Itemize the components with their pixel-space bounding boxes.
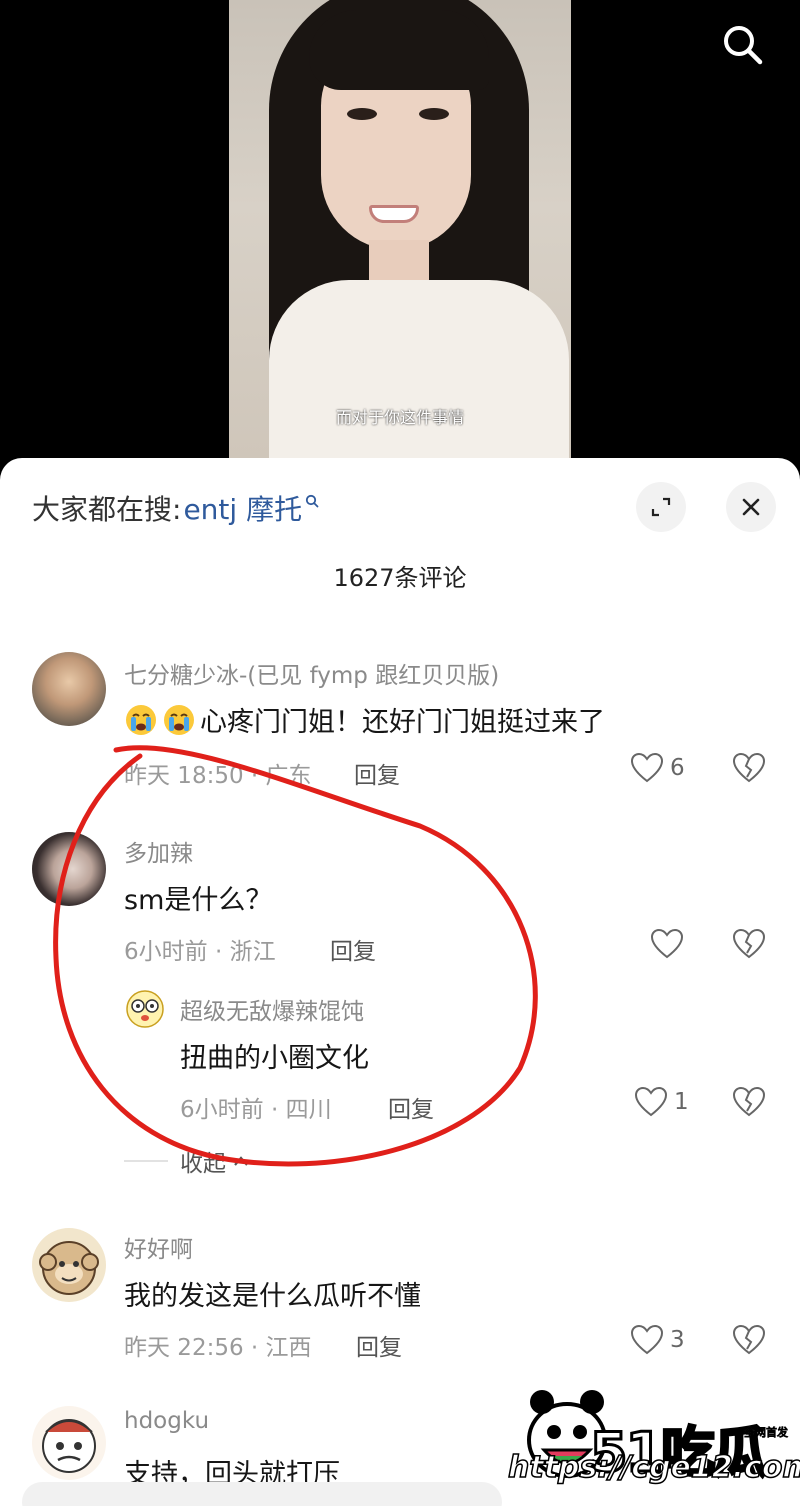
comment-time-location: 昨天 18:50 · 广东 <box>124 763 312 789</box>
expand-button[interactable] <box>636 482 686 532</box>
video-player[interactable]: 而对于你这件事情 <box>0 0 800 480</box>
cartoon-monkey-avatar-icon <box>39 1241 99 1295</box>
video-frame <box>229 0 571 460</box>
comment-username[interactable]: 七分糖少冰-(已见 fymp 跟红贝贝版) <box>124 656 499 690</box>
reply-button[interactable]: 回复 <box>354 756 400 790</box>
dislike-button[interactable] <box>732 752 766 788</box>
avatar[interactable] <box>32 652 106 726</box>
reply-button[interactable]: 回复 <box>330 932 376 966</box>
reply-time-location: 6小时前 · 四川 <box>180 1097 332 1123</box>
comment-text: 心疼门门姐！还好门门姐挺过来了 <box>124 700 605 739</box>
reply-text: 扭曲的小圈文化 <box>180 1043 369 1074</box>
avatar[interactable] <box>32 1406 106 1480</box>
comment-time-location: 昨天 22:56 · 江西 <box>124 1335 312 1361</box>
comment-sheet: 大家都在搜: entj 摩托 1627条评论 七分糖少冰-(已见 fymp 跟红… <box>0 458 800 1506</box>
trending-search-prefix: 大家都在搜: <box>32 493 182 526</box>
comment-input[interactable] <box>22 1482 502 1506</box>
collapse-label: 收起 <box>180 1151 226 1177</box>
like-button[interactable]: 6 <box>630 752 685 784</box>
heart-icon <box>630 1324 664 1355</box>
search-button[interactable] <box>718 20 766 68</box>
comment-username[interactable]: 多加辣 <box>124 834 193 868</box>
trending-search-query[interactable]: entj 摩托 <box>183 488 302 528</box>
like-count: 3 <box>670 1327 685 1353</box>
dislike-button[interactable] <box>732 1086 766 1122</box>
dislike-button[interactable] <box>732 928 766 964</box>
comment-count: 1627条评论 <box>333 564 467 592</box>
comment-text: sm是什么？ <box>124 885 273 916</box>
broken-heart-icon <box>732 1324 766 1355</box>
avatar[interactable] <box>32 832 106 906</box>
comment-text: 我的发这是什么瓜听不懂 <box>124 1281 421 1312</box>
cartoon-face-avatar-icon <box>42 1419 96 1473</box>
like-button[interactable] <box>650 928 684 960</box>
comment-time-location: 6小时前 · 浙江 <box>124 939 276 965</box>
like-button[interactable]: 3 <box>630 1324 685 1356</box>
collapse-replies-button[interactable]: 收起 <box>180 1144 250 1178</box>
chevron-up-icon <box>234 1156 248 1166</box>
comment-username[interactable]: 好好啊 <box>124 1230 193 1264</box>
comment-text-body: 心疼门门姐！还好门门姐挺过来了 <box>200 707 605 738</box>
watermark-tag: 全网首发 <box>744 1426 789 1440</box>
like-count: 1 <box>674 1089 689 1115</box>
reply-avatar[interactable] <box>124 988 166 1030</box>
close-icon <box>742 498 760 516</box>
dislike-button[interactable] <box>732 1324 766 1360</box>
like-count: 6 <box>670 755 685 781</box>
like-button[interactable]: 1 <box>634 1086 689 1118</box>
search-icon <box>724 26 763 65</box>
comment-username[interactable]: hdogku <box>124 1408 209 1434</box>
broken-heart-icon <box>732 752 766 783</box>
small-search-icon <box>305 494 319 508</box>
collapse-divider <box>124 1160 168 1162</box>
reply-reply-button[interactable]: 回复 <box>388 1090 434 1124</box>
close-button[interactable] <box>726 482 776 532</box>
video-subtitle: 而对于你这件事情 <box>335 408 464 427</box>
trending-search[interactable]: 大家都在搜: entj 摩托 <box>32 488 319 528</box>
heart-icon <box>634 1086 668 1117</box>
heart-icon <box>650 928 684 959</box>
dizzy-face-icon <box>126 990 164 1028</box>
avatar[interactable] <box>32 1228 106 1302</box>
crying-emoji-icon <box>126 704 156 735</box>
crying-emoji-icon <box>164 704 194 735</box>
reply-username[interactable]: 超级无敌爆辣馄饨 <box>180 992 364 1026</box>
heart-icon <box>630 752 664 783</box>
reply-button[interactable]: 回复 <box>356 1328 402 1362</box>
expand-icon <box>651 497 671 517</box>
watermark-url: https://cge12.com <box>507 1449 800 1486</box>
broken-heart-icon <box>732 1086 766 1117</box>
broken-heart-icon <box>732 928 766 959</box>
